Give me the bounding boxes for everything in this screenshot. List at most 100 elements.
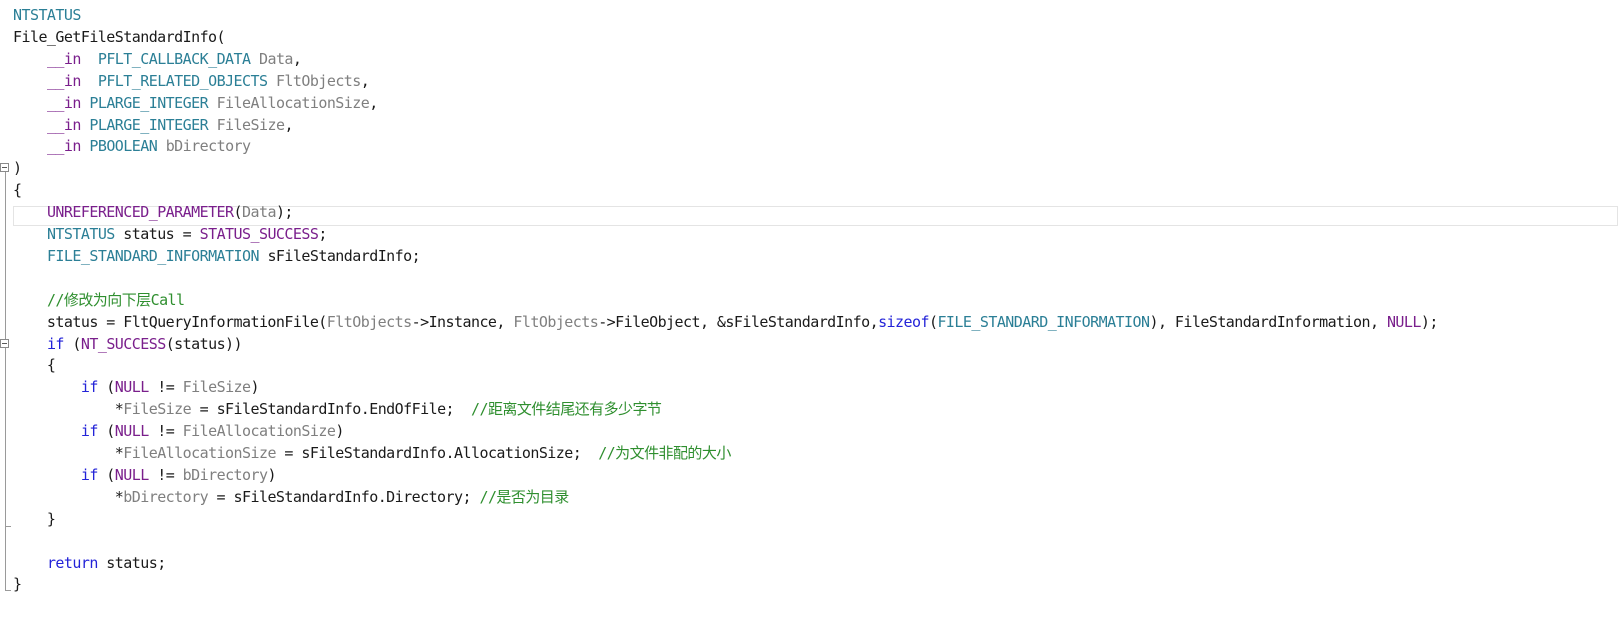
type-token: PLARGE_INTEGER [89,115,209,134]
fold-end-function [5,590,11,591]
type-token: PFLT_CALLBACK_DATA [97,49,251,68]
macro-token: NT_SUCCESS [80,334,166,353]
parameter-token: FileAllocationSize [123,444,276,462]
code-line[interactable]: *bDirectory = sFileStandardInfo.Director… [13,486,569,508]
code-text: status; [97,553,166,572]
code-line[interactable]: __in PFLT_RELATED_OBJECTS FltObjects, [13,70,370,92]
parameter-token: FileAllocationSize [182,422,336,441]
type-token: NTSTATUS [13,6,81,24]
macro-token: __in [46,49,81,68]
code-line[interactable]: NTSTATUS status = STATUS_SUCCESS; [13,223,327,245]
fold-toggle-function[interactable] [0,163,9,172]
macro-token: NULL [114,465,149,484]
macro-token: __in [46,93,81,112]
code-line[interactable]: *FileSize = sFileStandardInfo.EndOfFile;… [13,398,662,420]
code-line[interactable]: } [13,573,22,595]
code-text: , [292,49,302,68]
code-line[interactable]: if (NT_SUCCESS(status)) [13,333,243,355]
code-text: ( [97,422,115,441]
fold-guide-if-block [5,348,6,526]
parameter-token: bDirectory [123,487,209,506]
macro-token: UNREFERENCED_PARAMETER [46,203,234,222]
comment-token: //距离文件结尾还有多少字节 [471,400,662,419]
comment-token: //是否为目录 [479,487,569,506]
code-text: ); [1420,312,1439,331]
code-text: , [369,93,378,112]
code-line[interactable]: if (NULL != FileSize) [13,376,260,398]
parameter-token: FltObjects [275,71,361,90]
code-text: File_GetFileStandardInfo( [13,27,226,46]
keyword-token: if [80,465,99,484]
type-token: FILE_STANDARD_INFORMATION [46,246,260,265]
code-text: ( [97,465,115,484]
code-text: ); [275,203,294,222]
code-text: != [148,422,183,441]
comment-token: //修改为向下层Call [46,290,185,309]
code-text: ) [250,378,260,397]
code-line[interactable]: *FileAllocationSize = sFileStandardInfo.… [13,442,732,464]
code-line[interactable]: NTSTATUS [13,4,81,26]
macro-token: __in [46,137,81,156]
code-line[interactable]: UNREFERENCED_PARAMETER(Data); [13,201,294,223]
code-text: ->Instance, [411,312,514,331]
fold-toggle-if-block[interactable] [0,339,9,348]
collapse-icon [2,167,7,168]
keyword-token: if [80,422,99,441]
code-text: status = [114,225,200,243]
code-line[interactable]: __in PLARGE_INTEGER FileSize, [13,114,294,136]
code-line[interactable]: ) [13,157,22,179]
code-text: * [13,487,124,506]
code-line[interactable]: status = FltQueryInformationFile( FltObje… [13,311,1438,333]
code-text: = sFileStandardInfo.EndOfFile; [191,400,471,419]
code-line[interactable]: __in PBOOLEAN bDirectory [13,135,251,157]
type-token: FILE_STANDARD_INFORMATION [937,312,1150,331]
code-text: != [148,378,183,397]
parameter-token: FltObjects [513,312,599,331]
keyword-token: if [80,378,99,397]
macro-token: __in [46,71,81,90]
code-line[interactable]: //修改为向下层Call [13,289,185,311]
code-line[interactable]: return status; [13,552,166,574]
code-line[interactable]: if (NULL != FileAllocationSize) [13,420,345,442]
code-text: , [284,115,293,134]
code-text: ), FileStandardInformation, [1149,312,1387,331]
code-text: * [13,400,124,419]
macro-token: __in [46,115,81,134]
code-text: } [13,509,56,528]
code-line[interactable]: FILE_STANDARD_INFORMATION sFileStandardI… [13,245,421,267]
macro-token: STATUS_SUCCESS [199,225,319,243]
code-line[interactable]: File_GetFileStandardInfo( [13,26,226,48]
code-line[interactable]: { [13,179,22,201]
parameter-token: Data [258,49,293,68]
code-text: (status)) [165,334,243,353]
code-text: * [13,444,124,462]
code-line[interactable]: __in PFLT_CALLBACK_DATA Data, [13,48,302,70]
collapse-icon [2,343,7,344]
code-line[interactable]: __in PLARGE_INTEGER FileAllocationSize, [13,92,378,114]
code-text: ) [267,465,276,484]
code-line[interactable]: } [13,508,56,530]
keyword-token: sizeof [878,312,929,331]
code-text: { [13,356,56,375]
code-text: ( [233,203,243,222]
code-line[interactable]: if (NULL != bDirectory) [13,464,277,486]
code-editor[interactable]: NTSTATUS File_GetFileStandardInfo( __in P… [0,0,1618,624]
code-text: ) [335,422,344,441]
code-text: != [148,465,183,484]
code-text: status = FltQueryInformationFile( [13,312,327,331]
code-line[interactable]: { [13,354,56,376]
code-text: ; [318,225,327,243]
